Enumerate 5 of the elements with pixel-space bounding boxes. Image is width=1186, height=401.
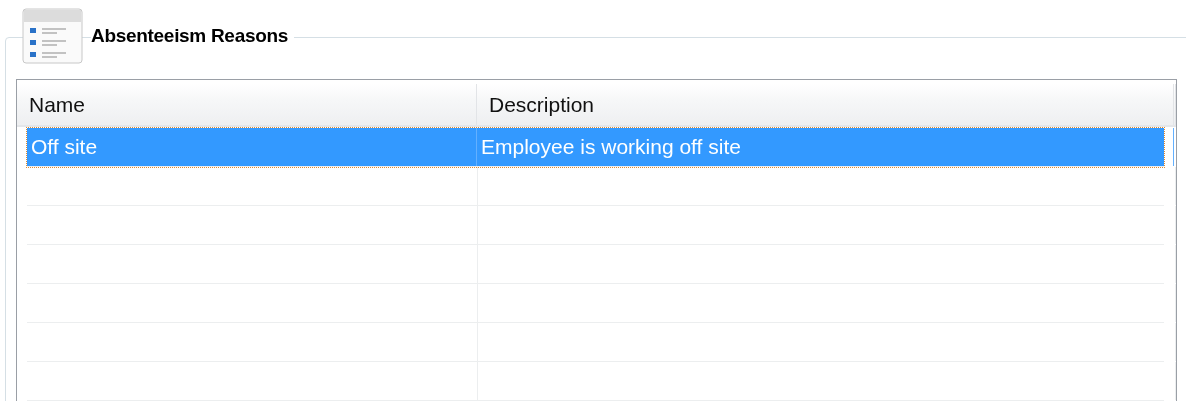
- table-cell: Off site: [27, 128, 477, 166]
- data-grid[interactable]: Name Description Off site Employee is working off site: [16, 79, 1177, 401]
- column-header[interactable]: Name: [17, 84, 477, 125]
- table-cell: Employee is working off site: [477, 128, 1174, 166]
- column-header[interactable]: Description: [477, 84, 1174, 125]
